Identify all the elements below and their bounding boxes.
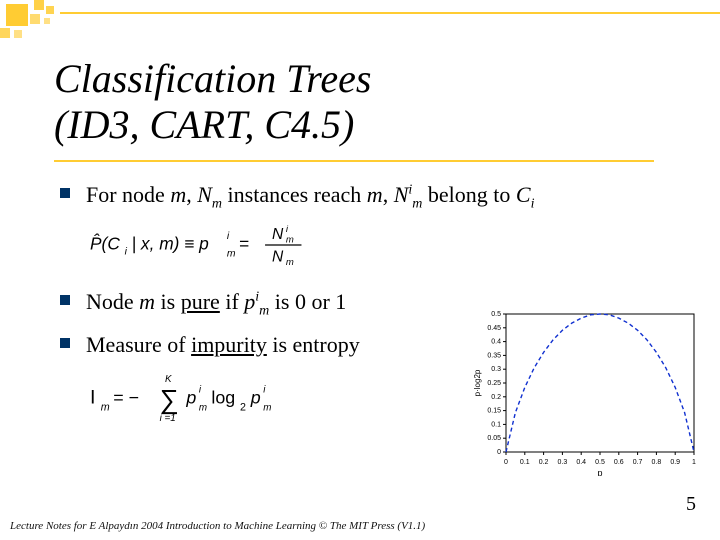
t: impurity (191, 332, 267, 357)
page-number: 5 (686, 493, 696, 516)
slide-title: Classification Trees (ID3, CART, C4.5) (54, 56, 674, 148)
t: m (412, 196, 422, 211)
bullet-icon (60, 338, 70, 348)
t: , (383, 182, 394, 207)
t: m (139, 289, 155, 314)
svg-text:0.5: 0.5 (491, 311, 501, 318)
svg-text:p: p (250, 388, 261, 408)
svg-text:0.3: 0.3 (491, 366, 501, 373)
t: Measure of (86, 332, 191, 357)
svg-text:0.15: 0.15 (487, 408, 501, 415)
svg-text:m: m (263, 403, 271, 414)
t: belong to (422, 182, 516, 207)
t: is entropy (267, 332, 360, 357)
svg-text:p: p (185, 388, 196, 408)
t: p (244, 289, 255, 314)
svg-text:= −: = − (113, 388, 139, 408)
svg-text:0.9: 0.9 (670, 459, 680, 466)
formula-probability: P̂(C i | x, m) ≡ p i m = N i m N m (90, 222, 680, 273)
bullet-icon (60, 188, 70, 198)
svg-text:0.7: 0.7 (633, 459, 643, 466)
svg-text:| x, m) ≡ p: | x, m) ≡ p (132, 234, 210, 254)
svg-text:2: 2 (240, 402, 246, 414)
bullet-3-text: Measure of impurity is entropy (86, 330, 360, 360)
svg-text:0.2: 0.2 (539, 459, 549, 466)
t: C (516, 182, 531, 207)
bullet-icon (60, 295, 70, 305)
svg-text:I: I (90, 387, 95, 409)
svg-text:0.25: 0.25 (487, 380, 501, 387)
t: pure (181, 289, 220, 314)
svg-text:p: p (597, 468, 602, 476)
svg-text:=: = (239, 234, 249, 254)
svg-text:i: i (199, 385, 202, 396)
svg-text:0.3: 0.3 (558, 459, 568, 466)
t: For node (86, 182, 170, 207)
svg-text:P̂(C: P̂(C (90, 234, 120, 254)
svg-text:0.8: 0.8 (652, 459, 662, 466)
title-line2: (ID3, CART, C4.5) (54, 102, 354, 147)
svg-text:i: i (286, 224, 289, 235)
svg-text:i =1: i =1 (160, 413, 176, 424)
t: Node (86, 289, 139, 314)
title-underline (54, 160, 654, 162)
svg-text:0.1: 0.1 (520, 459, 530, 466)
svg-text:∑: ∑ (160, 385, 179, 415)
svg-text:0.5: 0.5 (595, 459, 605, 466)
svg-text:N: N (272, 249, 284, 266)
title-line1: Classification Trees (54, 56, 371, 101)
svg-text:m: m (286, 257, 294, 268)
t: m (212, 196, 222, 211)
svg-text:K: K (165, 374, 172, 385)
svg-text:0: 0 (504, 459, 508, 466)
svg-text:0.1: 0.1 (491, 421, 501, 428)
footer-citation: Lecture Notes for E Alpaydın 2004 Introd… (10, 520, 425, 532)
svg-text:0.05: 0.05 (487, 435, 501, 442)
svg-text:0: 0 (497, 449, 501, 456)
bullet-2-text: Node m is pure if pim is 0 or 1 (86, 287, 346, 321)
svg-text:m: m (101, 402, 110, 414)
bullet-1-text: For node m, Nm instances reach m, Ni m be… (86, 180, 534, 214)
svg-text:0.4: 0.4 (491, 339, 501, 346)
svg-text:m: m (227, 249, 236, 260)
t: N (394, 182, 409, 207)
svg-text:i: i (263, 385, 266, 396)
t: m (170, 182, 186, 207)
bullet-1: For node m, Nm instances reach m, Ni m be… (60, 180, 680, 214)
svg-text:m: m (286, 235, 294, 246)
svg-text:0.35: 0.35 (487, 352, 501, 359)
t: , (186, 182, 197, 207)
svg-text:p·log2p: p·log2p (473, 369, 482, 396)
svg-text:m: m (199, 403, 207, 414)
t: instances reach (222, 182, 367, 207)
entropy-chart: 0 0.1 0.2 0.3 0.4 0.5 0.6 0.7 0.8 0.9 1 0 0.05 0.1 0.1… (470, 306, 700, 476)
t: i (531, 196, 535, 211)
svg-text:0.45: 0.45 (487, 325, 501, 332)
svg-text:N: N (272, 226, 284, 243)
slide-corner-decoration (0, 0, 720, 40)
svg-text:log: log (211, 388, 235, 408)
t: N (197, 182, 212, 207)
t: is (155, 289, 181, 314)
svg-text:0.2: 0.2 (491, 394, 501, 401)
t: if (220, 289, 244, 314)
svg-text:1: 1 (692, 459, 696, 466)
t: is 0 or 1 (269, 289, 346, 314)
t: m (259, 304, 269, 319)
svg-text:0.4: 0.4 (576, 459, 586, 466)
svg-text:i: i (125, 247, 128, 258)
svg-text:0.6: 0.6 (614, 459, 624, 466)
svg-text:i: i (227, 231, 230, 242)
t: m (367, 182, 383, 207)
